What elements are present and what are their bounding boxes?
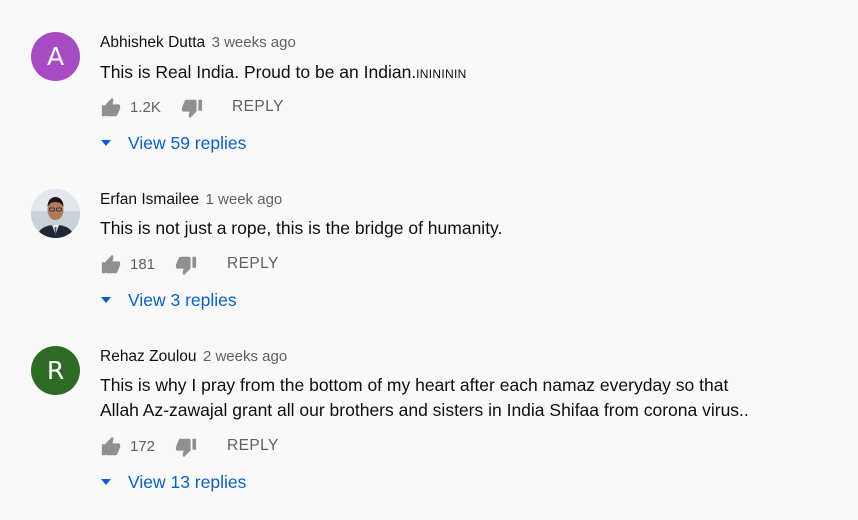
thumbs-down-icon[interactable] — [175, 254, 197, 276]
thumbs-down-icon[interactable] — [175, 436, 197, 458]
comment-text-suffix: ININININ — [416, 67, 467, 81]
avatar[interactable] — [31, 189, 80, 238]
comment-author[interactable]: Erfan Ismailee — [100, 191, 199, 208]
thumbs-up-icon[interactable] — [100, 436, 122, 458]
comment-text-line: This is why I pray from the bottom of my… — [100, 375, 729, 395]
comment-header: Rehaz Zoulou 2 weeks ago — [100, 348, 287, 366]
comment-text: This is why I pray from the bottom of my… — [100, 373, 840, 423]
view-replies-button[interactable]: View 3 replies — [100, 289, 237, 313]
comment-actions: 1.2K REPLY — [100, 97, 400, 121]
like-count: 1.2K — [130, 99, 161, 116]
reply-button[interactable]: REPLY — [227, 255, 279, 273]
thumbs-up-icon[interactable] — [100, 254, 122, 276]
reply-button[interactable]: REPLY — [227, 437, 279, 455]
chevron-down-icon — [100, 138, 112, 148]
comment-time[interactable]: 3 weeks ago — [212, 34, 296, 51]
comments-section: A Abhishek Dutta 3 weeks ago This is Rea… — [0, 0, 858, 520]
user-photo-icon — [31, 189, 80, 238]
like-count: 172 — [130, 438, 156, 455]
avatar[interactable]: R — [31, 346, 80, 395]
comment-author[interactable]: Rehaz Zoulou — [100, 348, 197, 365]
comment-text: This is not just a rope, this is the bri… — [100, 218, 503, 238]
thumbs-up-icon[interactable] — [100, 97, 122, 119]
comment-text-main: This is Real India. Proud to be an India… — [100, 62, 417, 82]
avatar-letter: A — [46, 42, 65, 71]
like-count: 181 — [130, 256, 156, 273]
comment-actions: 172 REPLY — [100, 436, 400, 460]
thumbs-down-icon[interactable] — [181, 97, 203, 119]
reply-button[interactable]: REPLY — [232, 98, 284, 116]
view-replies-label: View 13 replies — [128, 471, 247, 492]
avatar-letter: R — [46, 356, 65, 385]
view-replies-label: View 3 replies — [128, 289, 237, 310]
comment-author[interactable]: Abhishek Dutta — [100, 34, 205, 51]
comment-time[interactable]: 1 week ago — [206, 191, 283, 208]
chevron-down-icon — [100, 477, 112, 487]
view-replies-button[interactable]: View 59 replies — [100, 132, 246, 156]
view-replies-button[interactable]: View 13 replies — [100, 471, 246, 495]
comment-header: Abhishek Dutta 3 weeks ago — [100, 34, 296, 52]
comment-actions: 181 REPLY — [100, 254, 400, 278]
avatar[interactable]: A — [31, 32, 80, 81]
view-replies-label: View 59 replies — [128, 132, 247, 153]
comment-text: This is Real India. Proud to be an India… — [100, 60, 800, 87]
comment-header: Erfan Ismailee 1 week ago — [100, 191, 282, 209]
comment-time[interactable]: 2 weeks ago — [203, 348, 287, 365]
chevron-down-icon — [100, 295, 112, 305]
comment-text-line: Allah Az-zawajal grant all our brothers … — [100, 400, 749, 420]
